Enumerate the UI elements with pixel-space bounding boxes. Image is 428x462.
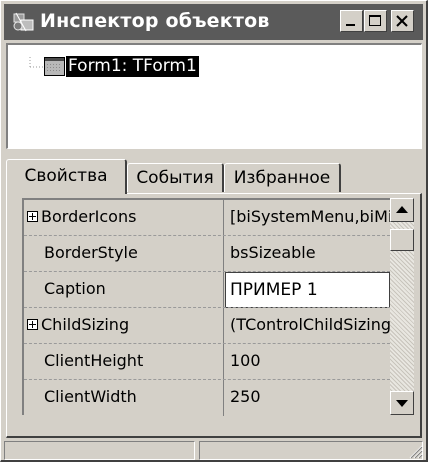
caption-value-editor[interactable]: ПРИМЕР 1 — [225, 272, 390, 308]
arrow-down-icon — [396, 400, 408, 407]
property-name[interactable]: ClientWidth — [24, 380, 224, 416]
scroll-up-button[interactable] — [390, 198, 414, 222]
close-icon — [396, 15, 408, 27]
property-row[interactable]: ChildSizing (TControlChildSizing) — [24, 308, 390, 344]
property-grid: BorderIcons [biSystemMenu,biMinimize,biM… — [22, 198, 390, 416]
property-value[interactable]: bsSizeable — [225, 236, 390, 272]
property-row[interactable]: Caption ПРИМЕР 1 — [24, 272, 390, 308]
status-bar — [4, 441, 425, 461]
expand-icon[interactable] — [27, 210, 38, 222]
tab-events[interactable]: События — [127, 163, 224, 192]
property-name[interactable]: BorderStyle — [24, 236, 224, 272]
property-name-text: ChildSizing — [41, 315, 130, 334]
property-value[interactable]: 100 — [225, 344, 390, 380]
scroll-thumb[interactable] — [390, 229, 414, 251]
property-name[interactable]: Caption — [24, 272, 224, 308]
tree-connector — [29, 57, 44, 68]
expand-icon[interactable] — [27, 318, 38, 330]
status-pane-left — [4, 441, 195, 460]
property-name[interactable]: ClientHeight — [24, 344, 224, 380]
minimize-icon — [346, 24, 355, 26]
tab-favorites[interactable]: Избранное — [224, 163, 341, 192]
property-name[interactable]: BorderIcons — [24, 200, 224, 236]
minimize-button[interactable] — [340, 10, 363, 32]
scroll-down-button[interactable] — [390, 391, 414, 415]
property-row[interactable]: ClientWidth 250 — [24, 380, 390, 416]
object-inspector-window: Инспектор объектов Form1: TForm1 Свойств… — [0, 0, 428, 462]
vertical-scrollbar[interactable] — [390, 198, 414, 415]
property-row[interactable]: BorderIcons [biSystemMenu,biMinimize,biM… — [24, 200, 390, 236]
title-bar[interactable]: Инспектор объектов — [4, 4, 423, 40]
component-tree[interactable]: Form1: TForm1 — [6, 43, 422, 149]
property-name-text: BorderIcons — [41, 207, 137, 226]
status-pane-right — [199, 441, 423, 460]
resize-grip-icon[interactable] — [407, 443, 423, 459]
inspector-app-icon — [13, 12, 34, 32]
property-name[interactable]: ChildSizing — [24, 308, 224, 344]
maximize-icon — [369, 15, 381, 26]
arrow-up-icon — [396, 206, 408, 213]
window-title: Инспектор объектов — [40, 10, 270, 32]
property-row[interactable]: BorderStyle bsSizeable — [24, 236, 390, 272]
tab-properties[interactable]: Свойства — [6, 159, 127, 194]
property-value[interactable]: [biSystemMenu,biMinimize,biMaximize] — [225, 200, 390, 236]
property-value[interactable]: (TControlChildSizing) — [225, 308, 390, 344]
tree-item-form1[interactable]: Form1: TForm1 — [66, 56, 199, 77]
properties-panel: BorderIcons [biSystemMenu,biMinimize,biM… — [6, 193, 422, 438]
inspector-tabs: Свойства События Избранное — [1, 159, 428, 195]
form-icon — [44, 57, 65, 76]
close-button[interactable] — [391, 10, 414, 32]
property-value[interactable]: 250 — [225, 380, 390, 416]
property-row[interactable]: ClientHeight 100 — [24, 344, 390, 380]
maximize-button[interactable] — [364, 10, 387, 32]
